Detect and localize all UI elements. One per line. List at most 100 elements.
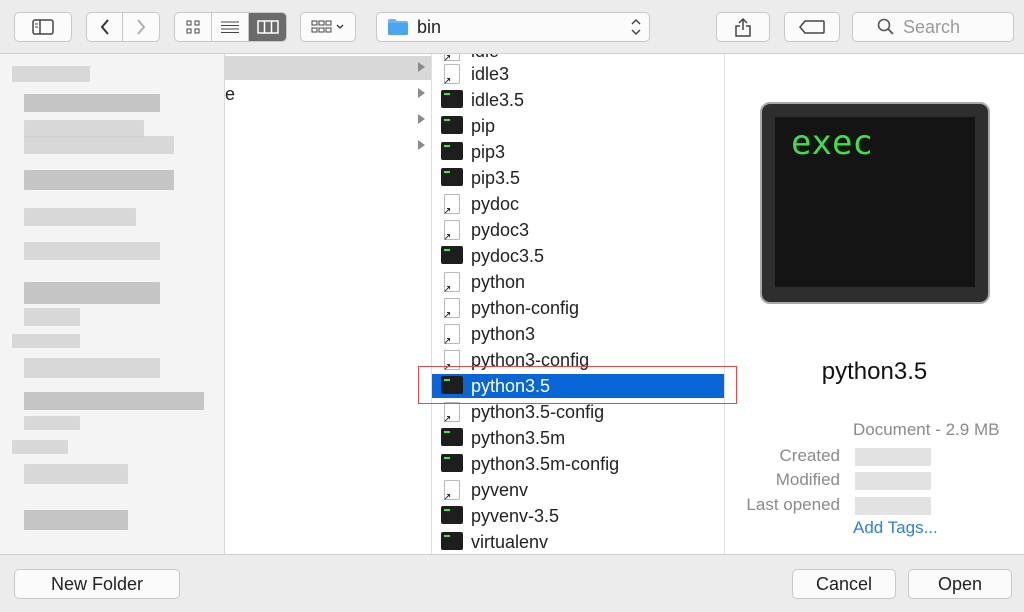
share-icon bbox=[735, 17, 751, 37]
search-placeholder: Search bbox=[903, 16, 961, 37]
modified-label: Modified bbox=[775, 470, 840, 489]
file-name: python3.5m-config bbox=[471, 453, 620, 474]
icon-view-button[interactable] bbox=[175, 13, 212, 41]
sidebar-item[interactable] bbox=[24, 464, 128, 484]
add-tags-link[interactable]: Add Tags... bbox=[853, 518, 938, 538]
grid-icon bbox=[186, 20, 200, 34]
exec-icon-text: exec bbox=[791, 123, 873, 163]
location-popup[interactable]: bin bbox=[376, 12, 650, 42]
parent-column-selected-row[interactable] bbox=[225, 56, 431, 80]
toolbar: bin Search bbox=[0, 0, 1024, 54]
list-item[interactable]: python3.5m bbox=[432, 425, 724, 451]
alias-document-icon bbox=[441, 194, 463, 217]
list-icon bbox=[221, 21, 239, 33]
list-item[interactable]: idle3.5 bbox=[432, 87, 724, 113]
list-item[interactable]: python3 bbox=[432, 321, 724, 348]
preview-file-name: python3.5 bbox=[821, 358, 928, 385]
created-label: Created bbox=[779, 446, 840, 465]
list-item[interactable]: idle3 bbox=[432, 61, 724, 88]
file-name: pyvenv-3.5 bbox=[471, 505, 560, 526]
arrange-button[interactable] bbox=[300, 12, 356, 42]
chevron-right-icon bbox=[137, 19, 146, 35]
file-browser: e idle idle3idle3.5pippip3pip3.5pydocpyd… bbox=[0, 54, 1024, 554]
list-item[interactable]: pip3 bbox=[432, 139, 724, 165]
tag-button[interactable] bbox=[784, 12, 840, 42]
exec-terminal-icon bbox=[441, 142, 463, 162]
alias-document-icon bbox=[441, 64, 463, 87]
alias-document-icon bbox=[441, 272, 463, 295]
sidebar-item[interactable] bbox=[24, 94, 160, 112]
alias-document-icon bbox=[441, 298, 463, 321]
exec-terminal-icon bbox=[441, 506, 463, 526]
cancel-button[interactable]: Cancel bbox=[792, 569, 896, 599]
file-name: python3.5m bbox=[471, 427, 566, 448]
list-item[interactable]: pydoc3.5 bbox=[432, 243, 724, 269]
new-folder-button[interactable]: New Folder bbox=[14, 569, 180, 599]
sidebar-item[interactable] bbox=[24, 170, 174, 190]
columns-icon bbox=[256, 20, 279, 34]
file-name: python bbox=[471, 271, 526, 292]
exec-terminal-icon bbox=[441, 246, 463, 266]
bottom-bar: New Folder Cancel Open bbox=[0, 554, 1024, 612]
file-name: pip3.5 bbox=[471, 167, 521, 188]
highlight-annotation bbox=[418, 366, 737, 404]
list-view-button[interactable] bbox=[212, 13, 249, 41]
file-name: pydoc3 bbox=[471, 219, 530, 240]
sidebar-item[interactable] bbox=[24, 358, 160, 378]
sidebar-item[interactable] bbox=[24, 242, 160, 260]
file-name: idle3 bbox=[471, 63, 510, 84]
file-name: python-config bbox=[471, 297, 580, 318]
sidebar-item[interactable] bbox=[24, 510, 128, 530]
chevron-left-icon bbox=[100, 19, 109, 35]
tag-icon bbox=[799, 20, 825, 34]
file-name: python3.5-config bbox=[471, 401, 605, 422]
back-button[interactable] bbox=[87, 13, 123, 41]
sidebar-item[interactable] bbox=[24, 282, 160, 304]
exec-terminal-icon bbox=[441, 90, 463, 110]
file-name: pip3 bbox=[471, 141, 506, 162]
list-item[interactable]: pydoc bbox=[432, 191, 724, 218]
preview-kind-size: Document - 2.9 MB bbox=[853, 420, 1000, 439]
list-item[interactable]: python bbox=[432, 269, 724, 296]
last-opened-label: Last opened bbox=[746, 495, 840, 514]
list-item[interactable]: python-config bbox=[432, 295, 724, 322]
disclosure-arrow-icon bbox=[418, 114, 425, 124]
list-item[interactable]: pip3.5 bbox=[432, 165, 724, 191]
list-item[interactable]: pydoc3 bbox=[432, 217, 724, 244]
open-button[interactable]: Open bbox=[908, 569, 1012, 599]
list-item[interactable]: virtualenv bbox=[432, 529, 724, 554]
list-item[interactable]: pip bbox=[432, 113, 724, 139]
disclosure-arrow-icon bbox=[418, 62, 425, 72]
alias-document-icon bbox=[441, 324, 463, 347]
sidebar-item[interactable] bbox=[24, 136, 174, 154]
exec-terminal-icon bbox=[441, 116, 463, 136]
list-item[interactable]: pyvenv bbox=[432, 477, 724, 504]
search-field[interactable]: Search bbox=[852, 12, 1014, 42]
disclosure-arrow-icon bbox=[418, 140, 425, 150]
parent-column: e bbox=[225, 54, 432, 554]
sidebar-item[interactable] bbox=[24, 416, 80, 430]
sidebar-item[interactable] bbox=[24, 308, 80, 326]
sidebar-toggle-button[interactable] bbox=[14, 12, 72, 42]
forward-button[interactable] bbox=[123, 13, 159, 41]
share-button[interactable] bbox=[716, 12, 770, 42]
sidebar-item[interactable] bbox=[24, 392, 204, 410]
preview-pane: exec python3.5 Document - 2.9 MB Created… bbox=[725, 54, 1024, 554]
arrange-icon bbox=[311, 20, 344, 33]
exec-terminal-icon bbox=[441, 532, 463, 552]
sidebar-section-header bbox=[12, 66, 90, 82]
file-name: pydoc3.5 bbox=[471, 245, 545, 266]
created-value-redacted bbox=[855, 448, 931, 466]
list-item[interactable]: python3.5m-config bbox=[432, 451, 724, 477]
bin-column: idle idle3idle3.5pippip3pip3.5pydocpydoc… bbox=[432, 54, 725, 554]
column-view-button[interactable] bbox=[249, 13, 286, 41]
sidebar-section-header bbox=[12, 440, 68, 454]
alias-document-icon bbox=[441, 54, 463, 64]
file-name: pyvenv bbox=[471, 479, 529, 500]
view-mode-control bbox=[174, 12, 287, 42]
exec-terminal-icon bbox=[441, 168, 463, 188]
list-item[interactable]: pyvenv-3.5 bbox=[432, 503, 724, 529]
file-name: pydoc bbox=[471, 193, 520, 214]
sidebar-item[interactable] bbox=[24, 208, 136, 226]
parent-column-partial-text: e bbox=[225, 84, 236, 104]
